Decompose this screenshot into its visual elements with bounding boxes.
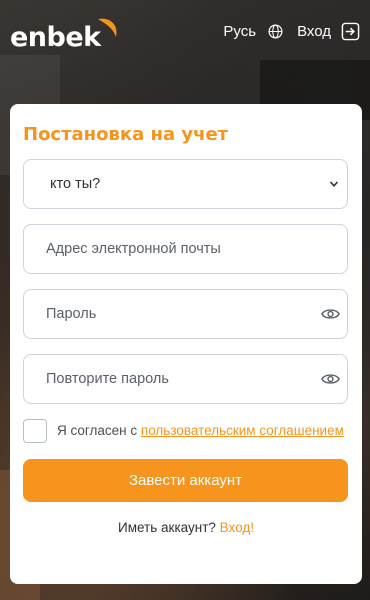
agreement-prefix: Я согласен с bbox=[57, 423, 141, 438]
logo-swoosh-icon bbox=[98, 18, 117, 37]
create-account-button[interactable]: Завести аккаунт bbox=[23, 459, 348, 502]
repeat-password-placeholder: Повторите пароль bbox=[46, 371, 169, 387]
role-select-value: кто ты? bbox=[50, 176, 101, 192]
email-field[interactable]: Адрес электронной почты bbox=[23, 224, 348, 274]
form-title: Постановка на учет bbox=[23, 124, 229, 145]
repeat-password-field[interactable]: Повторите пароль bbox=[23, 354, 348, 404]
user-agreement-link[interactable]: пользовательским соглашением bbox=[141, 423, 344, 438]
agreement-row: Я согласен с пользовательским соглашение… bbox=[23, 419, 349, 443]
agreement-text: Я согласен с пользовательским соглашение… bbox=[57, 420, 344, 442]
globe-icon[interactable] bbox=[268, 24, 283, 39]
chevron-down-icon bbox=[329, 181, 339, 187]
email-placeholder: Адрес электронной почты bbox=[46, 241, 221, 257]
logo-text: enbek bbox=[10, 22, 101, 53]
login-icon[interactable] bbox=[341, 22, 360, 41]
header-actions: Русь Вход bbox=[223, 22, 360, 41]
enbek-logo[interactable]: enbek bbox=[10, 11, 117, 53]
password-field[interactable]: Пароль bbox=[23, 289, 348, 339]
header-login-link[interactable]: Вход bbox=[297, 23, 331, 40]
top-header: enbek Русь Вход bbox=[0, 0, 370, 62]
eye-icon[interactable] bbox=[321, 372, 340, 386]
language-switch[interactable]: Русь bbox=[223, 23, 256, 40]
agreement-checkbox[interactable] bbox=[23, 419, 47, 443]
login-link[interactable]: Вход! bbox=[220, 520, 254, 535]
role-select[interactable]: кто ты? bbox=[23, 159, 348, 209]
have-account-row: Иметь аккаунт? Вход! bbox=[23, 520, 349, 535]
eye-icon[interactable] bbox=[321, 307, 340, 321]
registration-card: Постановка на учет кто ты? Адрес электро… bbox=[10, 104, 362, 584]
have-account-text: Иметь аккаунт? bbox=[118, 520, 216, 535]
password-placeholder: Пароль bbox=[46, 306, 97, 322]
